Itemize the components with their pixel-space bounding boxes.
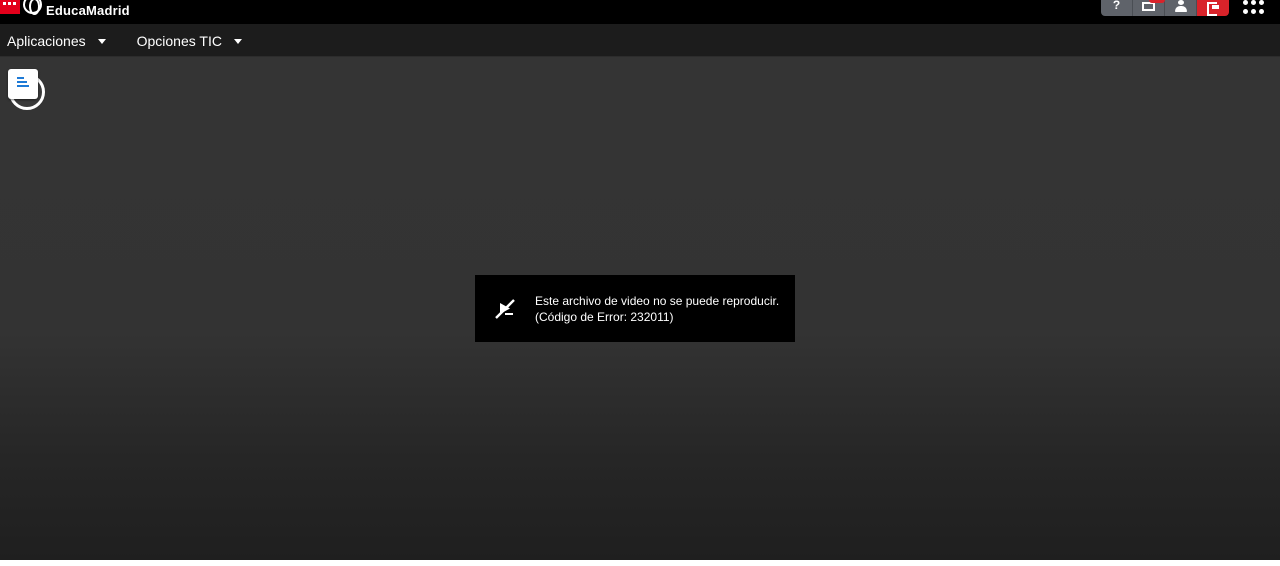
globe-icon <box>23 0 42 15</box>
top-actions: ? <box>1101 0 1229 16</box>
page: EducaMadrid ? Aplicaciones Opciones TIC … <box>0 0 1280 566</box>
logout-icon <box>1207 2 1219 16</box>
top-bar: EducaMadrid ? <box>0 0 1280 25</box>
caret-down-icon <box>97 38 106 44</box>
help-button[interactable]: ? <box>1101 0 1133 16</box>
help-icon: ? <box>1112 0 1121 12</box>
apps-grid-icon[interactable] <box>1243 0 1265 14</box>
menu-bar: Aplicaciones Opciones TIC <box>0 25 1280 57</box>
video-unavailable-icon <box>495 298 515 319</box>
doc-lines-icon <box>17 77 29 88</box>
error-code: (Código de Error: 232011) <box>535 309 674 324</box>
user-icon <box>1174 0 1187 12</box>
mail-button[interactable] <box>1133 0 1165 16</box>
error-message: Este archivo de video no se puede reprod… <box>535 293 780 308</box>
mail-notification-badge <box>1149 0 1165 3</box>
menu-opciones-tic[interactable]: Opciones TIC <box>130 25 242 57</box>
brand-logo[interactable]: EducaMadrid <box>0 0 130 18</box>
error-text: Este archivo de video no se puede reprod… <box>535 293 779 325</box>
menu-aplicaciones[interactable]: Aplicaciones <box>0 25 106 57</box>
logout-button[interactable] <box>1197 0 1229 16</box>
caret-down-icon <box>233 38 242 44</box>
user-button[interactable] <box>1165 0 1197 16</box>
video-player[interactable]: Este archivo de video no se puede reprod… <box>0 57 1280 560</box>
bottom-strip <box>0 560 1280 566</box>
video-error-message: Este archivo de video no se puede reprod… <box>475 275 795 342</box>
brand-name: EducaMadrid <box>46 2 130 18</box>
document-icon[interactable] <box>7 69 47 111</box>
menu-opciones-tic-label: Opciones TIC <box>136 32 222 49</box>
menu-aplicaciones-label: Aplicaciones <box>7 32 86 49</box>
madrid-flag-icon <box>0 0 20 14</box>
mail-icon <box>1142 2 1155 11</box>
